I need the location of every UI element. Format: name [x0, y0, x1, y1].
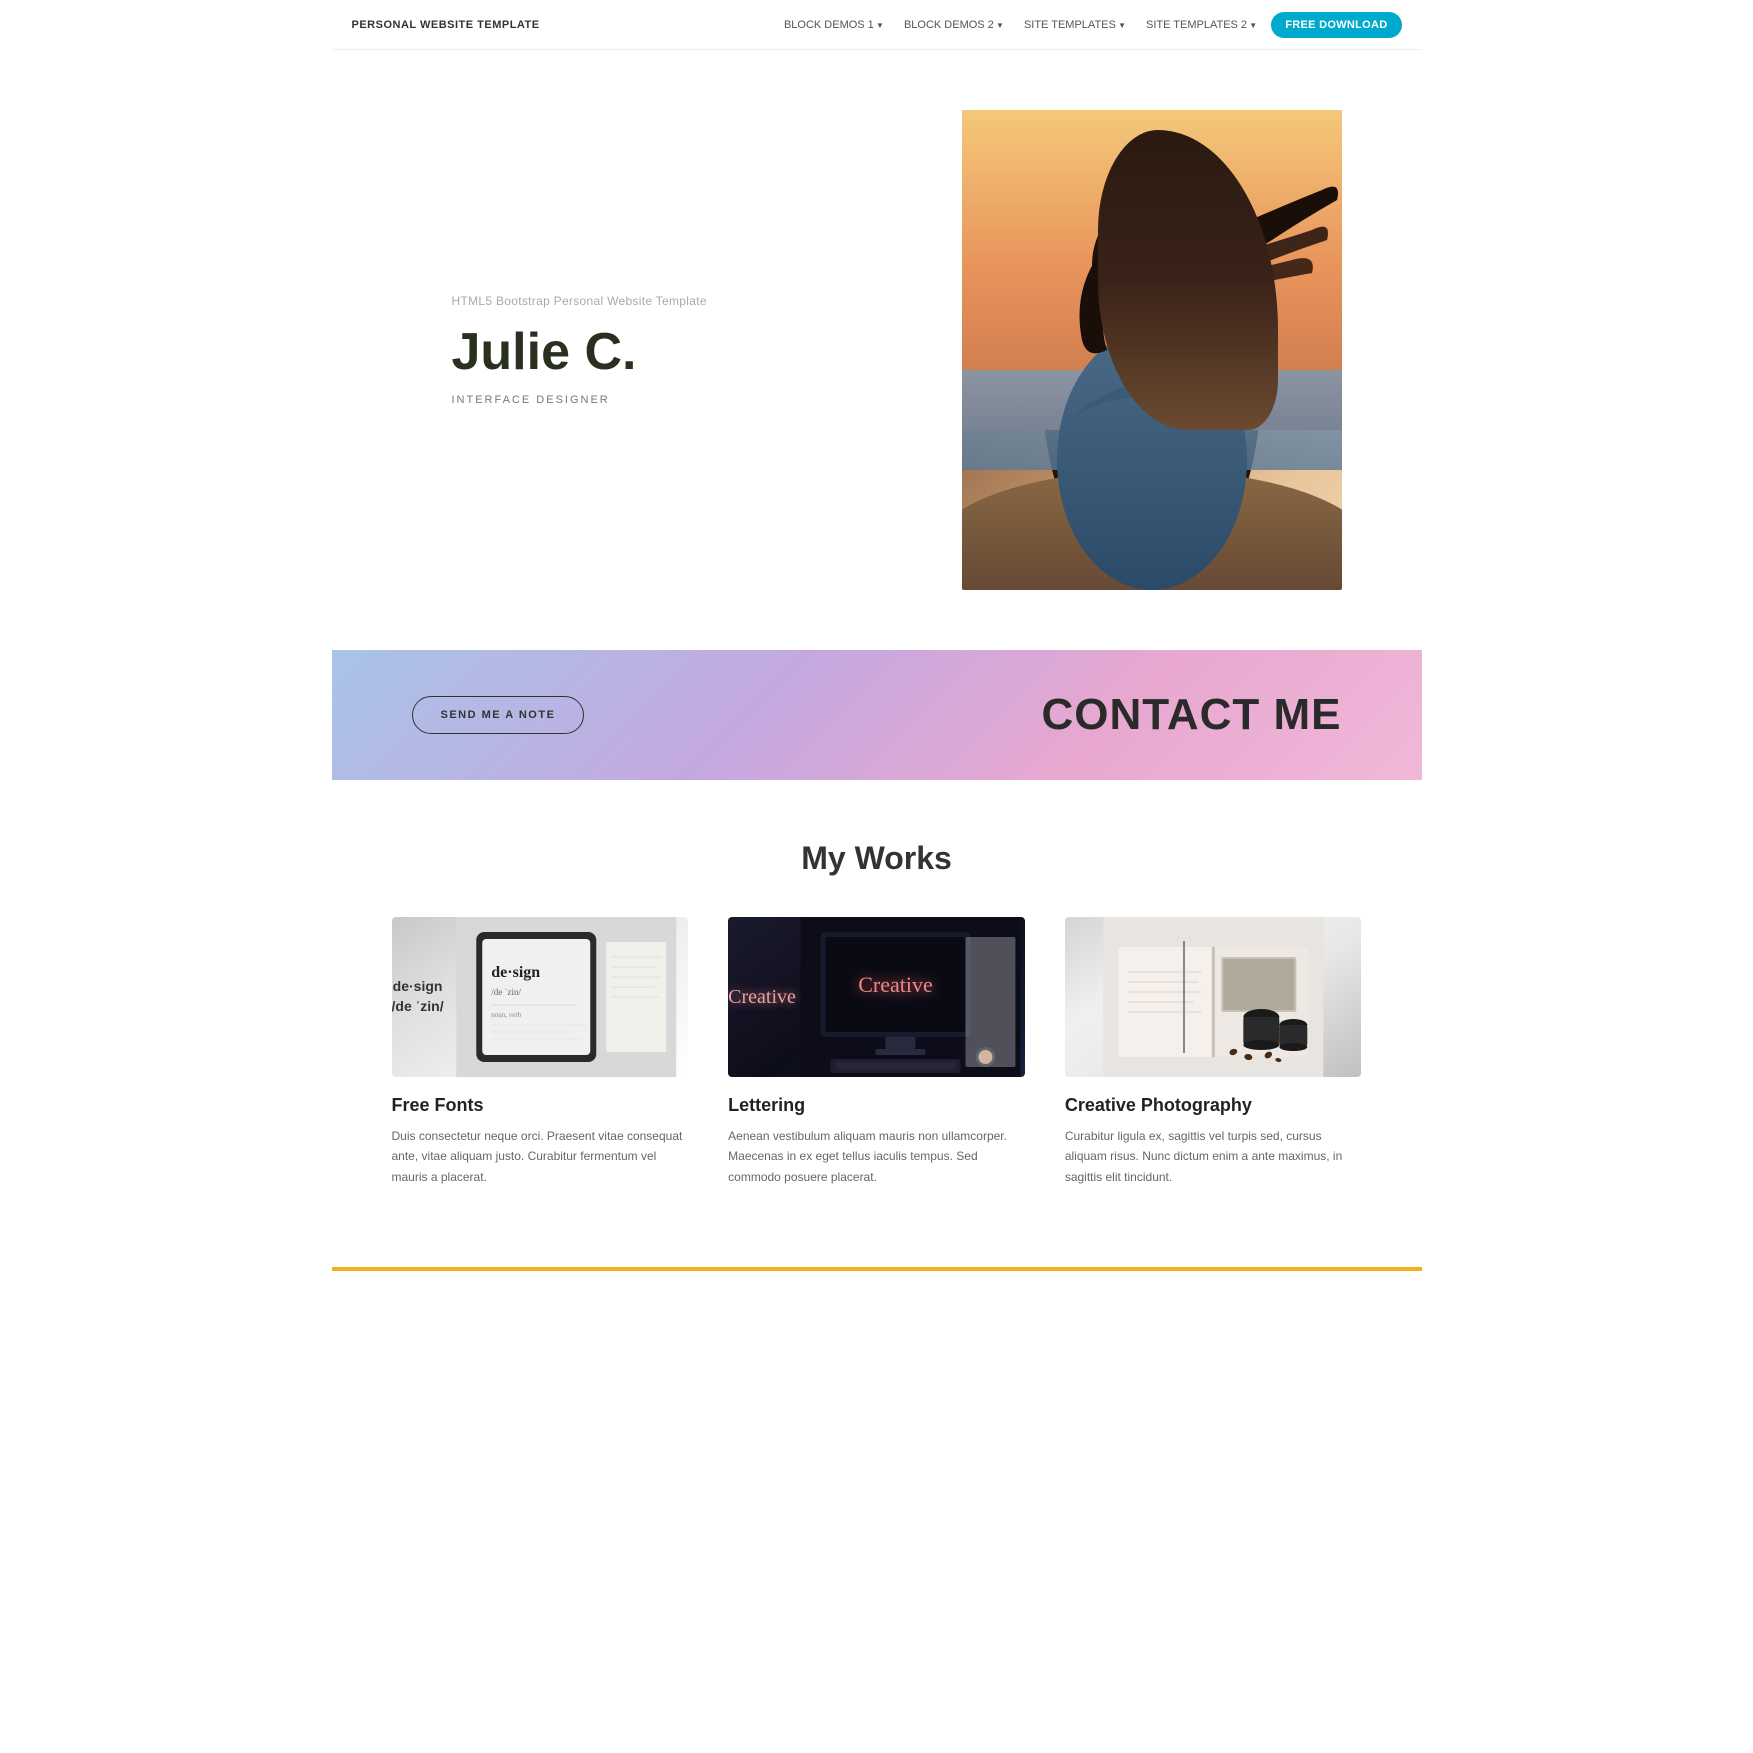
work-item-lettering: Creative Lettering [728, 917, 1025, 1187]
contact-band: SEND ME A NOTE CONTACT ME [332, 650, 1422, 780]
send-note-button[interactable]: SEND ME A NOTE [412, 696, 585, 734]
works-section-title: My Works [392, 840, 1362, 877]
work-image-lettering: Creative [728, 917, 1025, 1077]
hero-role: INTERFACE DESIGNER [452, 394, 922, 406]
work-desc-free-fonts: Duis consectetur neque orci. Praesent vi… [392, 1126, 689, 1187]
work-item-free-fonts: de·sign /de ˈzin/ noun, verb [392, 917, 689, 1187]
hero-subtitle: HTML5 Bootstrap Personal Website Templat… [452, 294, 922, 308]
work-title-photography: Creative Photography [1065, 1095, 1362, 1116]
work-item-photography: Creative Photography Curabitur ligula ex… [1065, 917, 1362, 1187]
hero-name: Julie C. [452, 324, 922, 381]
nav-links: BLOCK DEMOS 1 BLOCK DEMOS 2 SITE TEMPLAT… [778, 12, 1402, 38]
work-image-free-fonts: de·sign /de ˈzin/ noun, verb [392, 917, 689, 1077]
works-grid: de·sign /de ˈzin/ noun, verb [392, 917, 1362, 1187]
free-download-button[interactable]: FREE DOWNLOAD [1271, 12, 1401, 38]
work-desc-photography: Curabitur ligula ex, sagittis vel turpis… [1065, 1126, 1362, 1187]
work-title-free-fonts: Free Fonts [392, 1095, 689, 1116]
nav-site-templates-2[interactable]: SITE TEMPLATES 2 [1140, 15, 1263, 35]
svg-text:noun, verb: noun, verb [491, 1011, 521, 1019]
work-title-lettering: Lettering [728, 1095, 1025, 1116]
hero-photo [962, 110, 1342, 590]
hero-text: HTML5 Bootstrap Personal Website Templat… [452, 294, 962, 405]
hero-section: HTML5 Bootstrap Personal Website Templat… [332, 50, 1422, 650]
hero-image [962, 110, 1342, 590]
lettering-image: Creative [728, 917, 1025, 1077]
svg-text:de·sign: de·sign [491, 964, 540, 981]
contact-title: CONTACT ME [1041, 690, 1341, 740]
nav-block-demos-1[interactable]: BLOCK DEMOS 1 [778, 15, 890, 35]
design-image: de·sign /de ˈzin/ noun, verb [392, 917, 689, 1077]
works-section: My Works de·sign /de ˈzin/ noun, verb [332, 780, 1422, 1267]
svg-text:Creative: Creative [858, 972, 933, 997]
photography-image [1065, 917, 1362, 1077]
nav-site-templates[interactable]: SITE TEMPLATES [1018, 15, 1132, 35]
nav-block-demos-2[interactable]: BLOCK DEMOS 2 [898, 15, 1010, 35]
bottom-border [332, 1267, 1422, 1271]
brand-logo: PERSONAL WEBSITE TEMPLATE [352, 19, 540, 31]
work-image-photography [1065, 917, 1362, 1077]
svg-text:/de ˈzin/: /de ˈzin/ [491, 987, 521, 997]
work-desc-lettering: Aenean vestibulum aliquam mauris non ull… [728, 1126, 1025, 1187]
navigation: PERSONAL WEBSITE TEMPLATE BLOCK DEMOS 1 … [332, 0, 1422, 50]
